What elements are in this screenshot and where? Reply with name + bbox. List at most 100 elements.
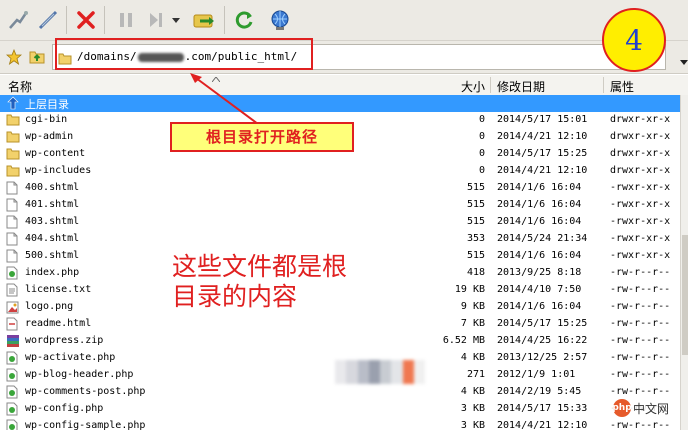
file-name: wp-content (25, 148, 86, 159)
file-name: license.txt (25, 284, 92, 295)
file-row[interactable]: wp-config-sample.php 3 KB 2014/4/21 12:10 -… (0, 418, 680, 430)
file-attr: -rwxr-xr-x (610, 250, 671, 261)
file-row[interactable]: wordpress.zip 6.52 MB 2014/4/25 16:22 -rw-r… (0, 333, 680, 350)
up-folder-icon[interactable] (28, 47, 46, 69)
file-attr: -rw-r--r-- (610, 420, 671, 430)
file-row[interactable]: 401.shtml 515 2014/1/6 16:04 -rwxr-xr-x (0, 197, 680, 214)
file-row[interactable]: wp-comments-post.php 4 KB 2014/2/19 5:45 -r… (0, 384, 680, 401)
file-attr: -rwxr-xr-x (610, 216, 671, 227)
file-attr: -rwxr-xr-x (610, 199, 671, 210)
folder-icon (6, 147, 20, 161)
sort-arrow-icon (212, 77, 220, 82)
file-attr: drwxr-xr-x (610, 148, 671, 159)
file-row[interactable]: 403.shtml 515 2014/1/6 16:04 -rwxr-xr-x (0, 214, 680, 231)
site-manager-icon[interactable] (266, 6, 294, 34)
file-date: 2014/1/6 16:04 (497, 301, 582, 312)
php-file-icon (6, 368, 20, 382)
step-badge: 4 (602, 8, 666, 72)
file-name: logo.png (25, 301, 74, 312)
col-date[interactable]: 修改日期 (497, 78, 545, 95)
skip-icon[interactable] (142, 6, 170, 34)
file-attr: -rwxr-xr-x (610, 233, 671, 244)
column-header: 名称 大小 修改日期 属性 (0, 75, 688, 96)
php-file-icon (6, 402, 20, 416)
php-file-icon (6, 385, 20, 399)
file-icon (6, 249, 20, 263)
file-date: 2013/12/25 2:57 (497, 352, 588, 363)
file-name: wp-comments-post.php (25, 386, 146, 397)
file-row[interactable]: readme.html 7 KB 2014/5/17 15:25 -rw-r--r-- (0, 316, 680, 333)
path-highlight-box (55, 38, 313, 70)
disconnect-icon[interactable] (34, 6, 62, 34)
file-date: 2013/9/25 8:18 (497, 267, 582, 278)
file-row[interactable]: wp-config.php3 KB2014/5/17 15:33-rw-rw-r… (0, 401, 680, 418)
transfer-icon[interactable] (190, 6, 218, 34)
pixelated-redaction (335, 360, 425, 384)
zip-file-icon (6, 334, 20, 348)
col-size[interactable]: 大小 (461, 78, 485, 95)
text-file-icon (6, 283, 20, 297)
file-date: 2014/1/6 16:04 (497, 199, 582, 210)
file-size: 353 (466, 233, 485, 244)
file-size: 515 (466, 199, 485, 210)
file-size: 6.52 MB (442, 335, 485, 346)
file-attr: -rw-r--r-- (610, 267, 671, 278)
file-date: 2014/4/21 12:10 (497, 131, 588, 142)
file-size: 515 (466, 250, 485, 261)
file-attr: -rw-r--r-- (610, 352, 671, 363)
content-annotation-line2: 目录的内容 (172, 282, 298, 311)
file-date: 2014/4/25 16:22 (497, 335, 588, 346)
file-date: 2014/1/6 16:04 (497, 216, 582, 227)
abort-icon[interactable] (72, 6, 100, 34)
col-attr[interactable]: 属性 (610, 78, 634, 95)
file-name: wp-includes (25, 165, 92, 176)
file-size: 515 (466, 216, 485, 227)
file-name: readme.html (25, 318, 92, 329)
file-icon (6, 181, 20, 195)
file-date: 2014/2/19 5:45 (497, 386, 582, 397)
file-size: 0 (478, 165, 485, 176)
file-size: 0 (478, 148, 485, 159)
file-date: 2014/5/17 15:01 (497, 114, 588, 125)
file-name: 403.shtml (25, 216, 80, 227)
file-name: wp-blog-header.php (25, 369, 134, 380)
refresh-icon[interactable] (230, 6, 258, 34)
content-annotation-line1: 这些文件都是根 (172, 252, 348, 281)
file-name: wp-admin (25, 131, 74, 142)
file-attr: -rw-r--r-- (610, 369, 671, 380)
file-size: 0 (478, 114, 485, 125)
file-row[interactable]: 400.shtml 515 2014/1/6 16:04 -rwxr-xr-x (0, 180, 680, 197)
file-icon (6, 232, 20, 246)
file-date: 2014/4/21 12:10 (497, 165, 588, 176)
file-attr: -rw-r--r-- (610, 386, 671, 397)
file-size: 3 KB (460, 403, 485, 414)
scrollbar-thumb[interactable] (682, 235, 688, 355)
file-name: wp-config.php (25, 403, 104, 414)
path-dropdown-icon[interactable] (680, 51, 688, 70)
file-name: 400.shtml (25, 182, 80, 193)
file-size: 19 KB (454, 284, 485, 295)
file-row[interactable]: 404.shtml 353 2014/5/24 21:34 -rwxr-xr-x (0, 231, 680, 248)
parent-directory-row[interactable]: 上层目录 (0, 95, 680, 112)
file-attr: drwxr-xr-x (610, 131, 671, 142)
watermark: php 中文网 (610, 398, 673, 418)
chevron-down-icon[interactable] (168, 6, 184, 34)
pause-icon[interactable] (112, 6, 140, 34)
col-name[interactable]: 名称 (8, 78, 32, 95)
file-date: 2014/1/6 16:04 (497, 250, 582, 261)
file-attr: -rw-r--r-- (610, 318, 671, 329)
connect-icon[interactable] (4, 6, 32, 34)
file-name: wp-activate.php (25, 352, 116, 363)
file-attr: drwxr-xr-x (610, 114, 671, 125)
folder-icon (6, 130, 20, 144)
folder-icon (6, 164, 20, 178)
star-icon[interactable] (5, 48, 23, 69)
file-size: 7 KB (460, 318, 485, 329)
file-date: 2012/1/9 1:01 (497, 369, 576, 380)
content-annotation: 这些文件都是根 目录的内容 (172, 252, 432, 312)
file-row[interactable]: wp-includes 0 2014/4/21 12:10 drwxr-xr-x (0, 163, 680, 180)
file-attr: -rw-r--r-- (610, 335, 671, 346)
file-size: 9 KB (460, 301, 485, 312)
folder-icon (6, 113, 20, 127)
vertical-scrollbar[interactable] (680, 95, 688, 430)
